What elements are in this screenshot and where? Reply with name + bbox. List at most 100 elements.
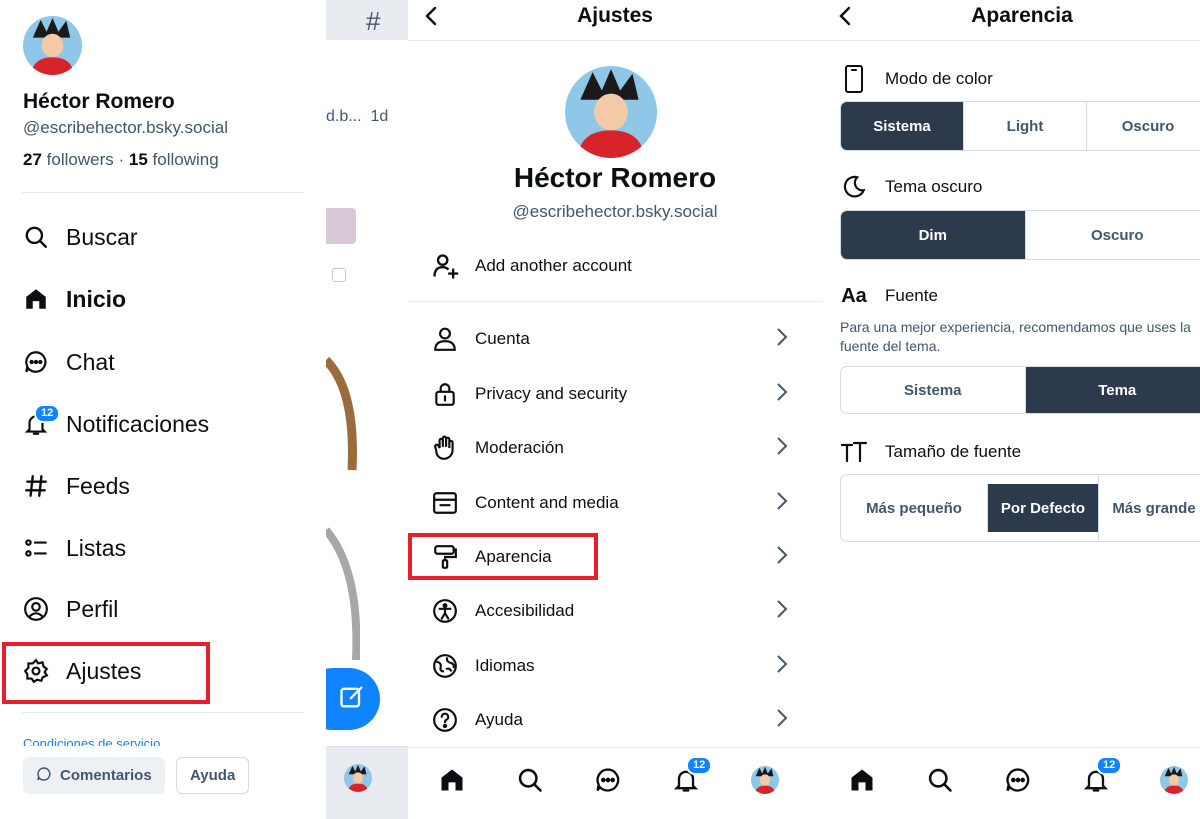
settings-item-label: Ayuda: [475, 710, 523, 729]
chat-icon: [22, 348, 50, 376]
page-title: Ajustes: [577, 4, 653, 27]
font-size-option-por-defecto[interactable]: Por Defecto: [987, 484, 1098, 532]
chevron-right-icon: [776, 491, 792, 516]
hash-icon[interactable]: #: [366, 6, 380, 37]
post-image[interactable]: [326, 330, 360, 680]
font-option-sistema[interactable]: Sistema: [841, 367, 1025, 413]
post-thumbnail[interactable]: [326, 208, 356, 244]
help-button[interactable]: Ayuda: [176, 757, 250, 794]
page-title: Aparencia: [971, 4, 1073, 27]
chevron-right-icon: [776, 708, 792, 733]
font-size-option-mas-pequeno[interactable]: Más pequeño: [841, 475, 987, 541]
nav-label: Buscar: [66, 223, 138, 250]
search-icon[interactable]: [516, 766, 544, 799]
divider: [22, 192, 304, 193]
add-account-row[interactable]: Add another account: [430, 246, 792, 286]
accessibility-icon: [430, 596, 460, 626]
nav-item-chat[interactable]: Chat: [22, 342, 115, 382]
color-mode-option-light[interactable]: Light: [963, 102, 1086, 150]
feedback-label: Comentarios: [60, 767, 152, 784]
chevron-right-icon: [776, 436, 792, 461]
nav-item-buscar[interactable]: Buscar: [22, 217, 138, 257]
nav-label: Feeds: [66, 472, 130, 499]
font-description: Para una mejor experiencia, recomendamos…: [840, 319, 1191, 354]
font-header: Aa Fuente: [840, 280, 938, 312]
nav-item-feeds[interactable]: Feeds: [22, 466, 130, 506]
chat-icon[interactable]: [594, 766, 622, 799]
chevron-right-icon: [776, 654, 792, 679]
following-label[interactable]: following: [153, 150, 219, 169]
terms-link[interactable]: Condiciones de servicio: [23, 736, 160, 746]
chevron-right-icon: [776, 382, 792, 407]
nav-item-listas[interactable]: Listas: [22, 528, 126, 568]
color-mode-header: Modo de color: [840, 63, 993, 95]
chevron-right-icon: [776, 545, 792, 570]
nav-label: Notificaciones: [66, 410, 210, 437]
nav-label: Inicio: [66, 285, 127, 312]
add-person-icon: [430, 251, 460, 281]
tab-avatar[interactable]: [344, 764, 372, 792]
settings-item-ayuda[interactable]: Ayuda: [430, 700, 792, 740]
home-icon[interactable]: [438, 766, 466, 799]
hand-icon: [430, 433, 460, 463]
divider: [22, 712, 304, 713]
settings-item-moderacion[interactable]: Moderación: [430, 428, 792, 468]
bottom-tab-bar: 12: [408, 747, 822, 819]
tab-avatar[interactable]: [1160, 766, 1188, 794]
nav-item-inicio[interactable]: Inicio: [22, 279, 126, 319]
divider: [822, 40, 1200, 41]
settings-item-label: Idiomas: [475, 656, 535, 675]
nav-label: Perfil: [66, 595, 119, 622]
settings-item-label: Content and media: [475, 493, 619, 512]
settings-item-label: Privacy and security: [475, 384, 628, 403]
chat-icon[interactable]: [1004, 766, 1032, 799]
home-icon[interactable]: [848, 766, 876, 799]
feedback-button[interactable]: Comentarios: [23, 757, 165, 794]
text-size-icon: [840, 437, 868, 467]
settings-item-label: Moderación: [475, 438, 564, 457]
font-option-tema[interactable]: Tema: [1024, 367, 1200, 413]
highlight-box-ajustes: [2, 642, 210, 704]
color-mode-option-oscuro[interactable]: Oscuro: [1086, 102, 1200, 150]
profile-avatar[interactable]: [565, 66, 657, 158]
feed-peek-panel: # d.b... 1d: [326, 0, 408, 819]
help-icon: [430, 705, 460, 735]
add-account-label: Add another account: [475, 256, 632, 275]
dark-theme-segmented: Dim Oscuro: [840, 210, 1200, 260]
search-icon[interactable]: [926, 766, 954, 799]
settings-item-content-media[interactable]: Content and media: [430, 483, 792, 523]
divider: [408, 301, 822, 302]
tab-avatar[interactable]: [751, 766, 779, 794]
dark-theme-header: Tema oscuro: [840, 171, 982, 203]
font-segmented: Sistema Tema: [840, 366, 1200, 414]
person-icon: [430, 324, 460, 354]
font-size-option-mas-grande[interactable]: Más grande: [1098, 475, 1200, 541]
highlight-box-aparencia: [408, 533, 598, 580]
nav-label: Listas: [66, 534, 127, 561]
nav-item-perfil[interactable]: Perfil: [22, 589, 118, 629]
color-mode-segmented: Sistema Light Oscuro: [840, 101, 1200, 151]
dark-theme-option-oscuro[interactable]: Oscuro: [1024, 211, 1200, 259]
dark-theme-option-dim[interactable]: Dim: [841, 211, 1025, 259]
hash-icon: [22, 472, 50, 500]
drawer-avatar[interactable]: [23, 16, 82, 75]
nav-label: Chat: [66, 348, 115, 375]
settings-item-idiomas[interactable]: Idiomas: [430, 646, 792, 686]
post-snippet-text: d.b...: [326, 108, 362, 125]
post-snippet[interactable]: d.b... 1d: [326, 108, 388, 126]
followers-label[interactable]: followers: [47, 150, 114, 169]
section-label: Modo de color: [885, 69, 993, 88]
following-count[interactable]: 15: [129, 150, 148, 169]
settings-item-label: Accesibilidad: [475, 601, 575, 620]
comment-icon: [36, 766, 52, 786]
settings-item-cuenta[interactable]: Cuenta: [430, 319, 792, 359]
chevron-right-icon: [776, 327, 792, 352]
notification-badge: 12: [1096, 756, 1123, 775]
profile-handle: @escribehector.bsky.social: [512, 202, 718, 221]
color-mode-option-sistema[interactable]: Sistema: [841, 102, 963, 150]
notification-badge: 12: [34, 404, 61, 423]
followers-count[interactable]: 27: [23, 150, 42, 169]
settings-item-accesibilidad[interactable]: Accesibilidad: [430, 591, 792, 631]
checkbox-icon: [332, 268, 346, 282]
settings-item-privacy[interactable]: Privacy and security: [430, 374, 792, 414]
